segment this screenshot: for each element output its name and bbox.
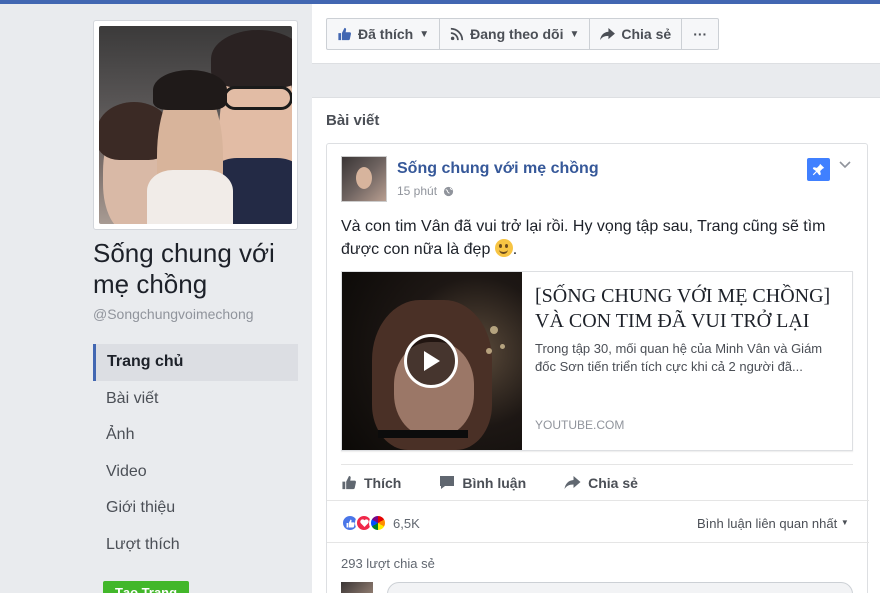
thumbs-up-icon [341,475,357,490]
page-handle[interactable]: @Songchungvoimechong [93,306,254,322]
post-text: Và con tim Vân đã vui trở lại rồi. Hy vọ… [341,218,826,258]
nav-item-posts[interactable]: Bài viết [93,381,298,418]
video-thumbnail[interactable] [342,272,522,450]
share-page-button[interactable]: Chia sẻ [589,18,683,50]
reaction-count: 6,5K [393,515,420,531]
post-meta: 15 phút [397,184,454,198]
profile-picture[interactable] [93,20,298,230]
pin-icon[interactable] [807,158,830,181]
more-button[interactable]: ··· [681,18,720,50]
pride-reaction-icon [369,514,387,532]
post-author-avatar[interactable] [341,156,387,202]
comment-input[interactable] [387,582,853,593]
nav-item-videos[interactable]: Video [93,454,298,491]
like-button[interactable]: Thích [341,475,401,491]
share-post-label: Chia sẻ [588,474,638,491]
following-label: Đang theo dõi [470,26,564,42]
nav-item-home[interactable]: Trang chủ [93,344,298,381]
comment-sort-label: Bình luận liên quan nhất [697,516,838,531]
comment-sort-dropdown[interactable]: Bình luận liên quan nhất ▼ [697,516,849,531]
comment-button[interactable]: Bình luận [439,475,526,491]
following-button[interactable]: Đang theo dõi ▼ [439,18,591,50]
liked-button[interactable]: Đã thích ▼ [326,18,441,50]
link-description: Trong tập 30, mối quan hệ của Minh Vân v… [535,341,823,374]
link-preview-body: [SỐNG CHUNG VỚI MẸ CHỒNG] VÀ CON TIM ĐÃ … [522,272,852,450]
chevron-down-icon: ▼ [840,518,849,527]
share-count[interactable]: 293 lượt chia sẻ [341,556,435,571]
share-label: Chia sẻ [621,26,672,42]
more-icon: ··· [693,26,708,42]
smile-emoji-icon [494,239,513,257]
post-action-bar: Thích Bình luận Chia sẻ [341,464,853,500]
post-card: Sống chung với mẹ chồng 15 phút Và con t… [326,143,869,593]
chevron-down-icon: ▼ [569,28,580,40]
page-nav: Trang chủ Bài viết Ảnh Video Giới thiệu … [93,344,298,563]
post-timestamp[interactable]: 15 phút [397,184,437,198]
link-source: YOUTUBE.COM [535,418,625,432]
nav-item-photos[interactable]: Ảnh [93,417,298,454]
page-title[interactable]: Sống chung với mẹ chồng [93,238,308,300]
thumbs-up-icon [337,27,352,41]
chevron-down-icon: ▼ [419,28,430,40]
nav-item-about[interactable]: Giới thiệu [93,490,298,527]
create-page-button[interactable]: Tạo Trang [103,581,189,593]
like-label: Thích [364,474,402,491]
share-arrow-icon [600,27,616,41]
posts-section-title: Bài viết [326,112,380,129]
profile-image [99,26,292,224]
comment-label: Bình luận [462,474,527,491]
divider [327,542,869,543]
share-post-button[interactable]: Chia sẻ [564,475,638,491]
play-icon[interactable] [404,334,458,388]
divider [327,500,869,501]
liked-label: Đã thích [358,26,414,42]
left-column: Sống chung với mẹ chồng @Songchungvoimec… [0,4,312,593]
nav-item-likes[interactable]: Lượt thích [93,527,298,564]
post-author-name[interactable]: Sống chung với mẹ chồng [397,160,599,178]
globe-icon [443,186,454,197]
posts-section: Bài viết Sống chung với mẹ chồng 15 phút… [312,97,880,593]
post-message: Và con tim Vân đã vui trở lại rồi. Hy vọ… [341,218,826,258]
share-arrow-icon [564,475,581,490]
link-title[interactable]: [SỐNG CHUNG VỚI MẸ CHỒNG] VÀ CON TIM ĐÃ … [535,284,840,334]
page-action-bar: Đã thích ▼ Đang theo dõi ▼ Chia sẻ ··· [312,4,880,64]
reactions-summary[interactable]: 6,5K [341,514,420,532]
comment-icon [439,475,455,490]
post-options-chevron-icon[interactable] [839,158,851,172]
rss-icon [450,27,464,41]
commenter-avatar [341,582,373,593]
link-preview-card[interactable]: [SỐNG CHUNG VỚI MẸ CHỒNG] VÀ CON TIM ĐÃ … [341,271,853,451]
page-actions: Đã thích ▼ Đang theo dõi ▼ Chia sẻ ··· [326,18,720,50]
